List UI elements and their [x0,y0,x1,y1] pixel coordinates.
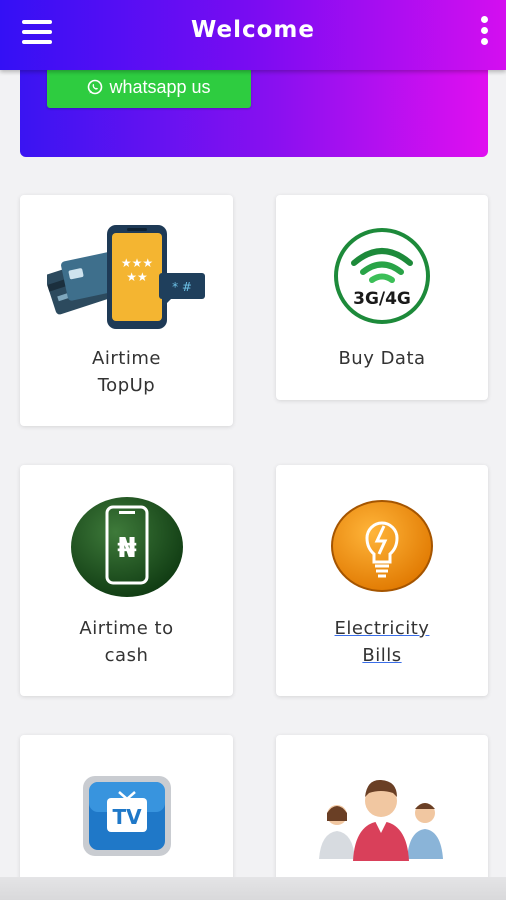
service-card-electricity-bills[interactable]: Electricity Bills [276,465,488,696]
service-card-airtime-to-cash[interactable]: ₦ Airtime to cash [20,465,233,696]
data-3g4g-icon: 3G/4G [334,228,430,324]
phone-cards-icon: ★★★ ★★ * # [46,225,205,329]
svg-text:★★★: ★★★ [120,256,152,270]
svg-text:★★: ★★ [126,270,148,284]
whatsapp-label: whatsapp us [109,76,211,97]
bottom-edge [0,877,506,900]
service-card-people[interactable] [276,735,488,885]
whatsapp-icon [88,79,103,95]
whatsapp-button[interactable]: whatsapp us [47,66,251,108]
service-card-tv[interactable]: TV [20,735,233,885]
svg-text:₦: ₦ [117,531,136,564]
app-bar: Welcome [0,0,506,70]
service-card-airtime-topup[interactable]: ★★★ ★★ * # Airtime TopUp [20,195,233,426]
tv-icon: TV [82,776,171,856]
promo-banner: whatsapp us [20,55,488,157]
service-label: Buy Data [338,348,426,369]
lightbulb-icon [331,500,433,592]
service-card-buy-data[interactable]: 3G/4G Buy Data [276,195,488,400]
more-options-icon[interactable] [478,16,490,48]
service-label: Airtime to cash [79,618,174,666]
phone-naira-icon: ₦ [70,497,183,597]
people-icon [319,779,443,861]
service-label: Electricity Bills [334,618,430,666]
svg-text:3G/4G: 3G/4G [353,289,411,309]
svg-text:TV: TV [112,805,142,829]
service-label: Airtime TopUp [92,348,161,396]
page-title: Welcome [190,17,316,43]
svg-text:* #: * # [172,280,192,294]
